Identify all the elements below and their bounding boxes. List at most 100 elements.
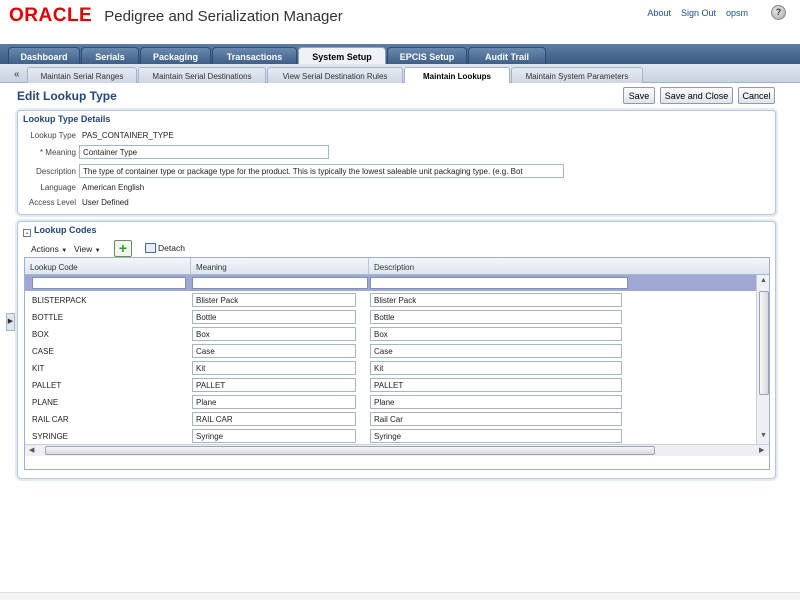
about-link[interactable]: About: [647, 8, 671, 18]
tab-transactions[interactable]: Transactions: [212, 47, 297, 64]
meaning-input[interactable]: RAIL CAR: [192, 412, 356, 426]
view-menu[interactable]: View ▼: [74, 244, 101, 254]
tab-dashboard[interactable]: Dashboard: [8, 47, 80, 64]
brand: ORACLE Pedigree and Serialization Manage…: [9, 5, 343, 27]
column-header-description[interactable]: Description: [369, 258, 769, 275]
meaning-input[interactable]: Case: [192, 344, 356, 358]
meaning-input[interactable]: PALLET: [192, 378, 356, 392]
lookup-code-cell: PLANE: [32, 398, 59, 407]
table-row[interactable]: KIT Kit Kit: [25, 360, 755, 377]
table-row[interactable]: PALLET PALLET PALLET: [25, 377, 755, 394]
lookup-code-cell: RAIL CAR: [32, 415, 69, 424]
description-input[interactable]: Kit: [370, 361, 622, 375]
subtab-maintain-serial-destinations[interactable]: Maintain Serial Destinations: [138, 67, 266, 83]
description-input[interactable]: Rail Car: [370, 412, 622, 426]
actions-menu[interactable]: Actions ▼: [31, 244, 67, 254]
table-row[interactable]: BLISTERPACK Blister Pack Blister Pack: [25, 292, 755, 309]
meaning-input[interactable]: Kit: [192, 361, 356, 375]
column-header-lookup-code[interactable]: Lookup Code: [25, 258, 191, 275]
save-and-close-button[interactable]: Save and Close: [660, 87, 733, 104]
save-button[interactable]: Save: [623, 87, 655, 104]
subtab-view-serial-destination-rules[interactable]: View Serial Destination Rules: [267, 67, 403, 83]
meaning-input[interactable]: Plane: [192, 395, 356, 409]
meaning-input[interactable]: Syringe: [192, 429, 356, 443]
cancel-button[interactable]: Cancel: [738, 87, 775, 104]
language-value: American English: [82, 183, 145, 192]
meaning-label: * Meaning: [39, 148, 76, 157]
tab-system-setup[interactable]: System Setup: [298, 47, 386, 64]
meaning-input[interactable]: Bottle: [192, 310, 356, 324]
scroll-left-icon[interactable]: ◀: [29, 446, 34, 454]
tab-audit-trail[interactable]: Audit Trail: [468, 47, 546, 64]
table-row[interactable]: PLANE Plane Plane: [25, 394, 755, 411]
vertical-scrollbar[interactable]: ▲ ▼: [756, 275, 769, 444]
oracle-logo: ORACLE: [9, 5, 93, 26]
lookup-code-cell: KIT: [32, 364, 45, 373]
top-bar: ORACLE Pedigree and Serialization Manage…: [0, 0, 800, 44]
main-tabs: Dashboard Serials Packaging Transactions…: [0, 44, 800, 64]
view-label: View: [74, 244, 93, 254]
table-row[interactable]: RAIL CAR RAIL CAR Rail Car: [25, 411, 755, 428]
table-row[interactable]: BOX Box Box: [25, 326, 755, 343]
horizontal-scroll-thumb[interactable]: [45, 446, 655, 455]
lookup-codes-table: Lookup Code Meaning Description BLISTERP…: [24, 257, 770, 470]
plus-icon: +: [118, 240, 128, 256]
tab-epcis-setup[interactable]: EPCIS Setup: [387, 47, 467, 64]
details-title: Lookup Type Details: [23, 114, 111, 124]
tab-packaging[interactable]: Packaging: [140, 47, 211, 64]
detach-button[interactable]: Detach: [145, 243, 185, 253]
subtab-maintain-serial-ranges[interactable]: Maintain Serial Ranges: [27, 67, 137, 83]
horizontal-scrollbar[interactable]: ◀ ▶: [25, 444, 769, 456]
scroll-down-icon[interactable]: ▼: [760, 432, 767, 439]
lookup-codes-header[interactable]: ⌄ Lookup Codes: [23, 225, 97, 237]
table-row[interactable]: SYRINGE Syringe Syringe: [25, 428, 755, 445]
lookup-code-cell: BLISTERPACK: [32, 296, 87, 305]
description-label: Description: [35, 167, 76, 176]
description-input[interactable]: Case: [370, 344, 622, 358]
description-input[interactable]: Blister Pack: [370, 293, 622, 307]
detach-label: Detach: [158, 243, 185, 253]
dropdown-arrow-icon: ▼: [61, 248, 68, 254]
actions-label: Actions: [31, 244, 59, 254]
filter-meaning-input[interactable]: [192, 277, 368, 289]
tab-serials[interactable]: Serials: [81, 47, 139, 64]
table-row[interactable]: CASE Case Case: [25, 343, 755, 360]
help-icon[interactable]: ?: [771, 5, 786, 20]
sign-out-link[interactable]: Sign Out: [681, 8, 716, 18]
description-input[interactable]: Box: [370, 327, 622, 341]
vertical-scroll-thumb[interactable]: [759, 291, 769, 395]
collapse-icon[interactable]: ⌄: [23, 229, 31, 237]
scroll-up-icon[interactable]: ▲: [760, 277, 767, 284]
lookup-code-cell: SYRINGE: [32, 432, 69, 441]
app-title: Pedigree and Serialization Manager: [104, 7, 343, 25]
table-header: Lookup Code Meaning Description: [25, 258, 769, 275]
subtab-maintain-lookups[interactable]: Maintain Lookups: [404, 67, 510, 83]
description-input[interactable]: PALLET: [370, 378, 622, 392]
filter-description-input[interactable]: [370, 277, 628, 289]
page-title: Edit Lookup Type: [17, 89, 117, 103]
description-input[interactable]: Syringe: [370, 429, 622, 443]
collapse-tabs-icon[interactable]: «: [14, 69, 20, 80]
sub-tabs: « Maintain Serial Ranges Maintain Serial…: [0, 64, 800, 83]
meaning-input[interactable]: Blister Pack: [192, 293, 356, 307]
access-level-label: Access Level: [28, 198, 76, 207]
scroll-right-icon[interactable]: ▶: [759, 446, 764, 454]
filter-lookup-code-input[interactable]: [32, 277, 186, 289]
dropdown-arrow-icon: ▼: [94, 248, 101, 254]
description-input[interactable]: Plane: [370, 395, 622, 409]
expand-panel-icon[interactable]: ▶: [6, 313, 15, 331]
page-header: Edit Lookup Type Save Save and Close Can…: [0, 84, 800, 106]
user-name: opsm: [725, 8, 748, 18]
subtab-maintain-system-parameters[interactable]: Maintain System Parameters: [511, 67, 643, 83]
description-input[interactable]: Bottle: [370, 310, 622, 324]
description-field[interactable]: The type of container type or package ty…: [79, 164, 564, 178]
meaning-field[interactable]: Container Type: [79, 145, 329, 159]
meaning-input[interactable]: Box: [192, 327, 356, 341]
add-row-button[interactable]: +: [114, 240, 132, 257]
window-bottom-edge: [0, 592, 800, 600]
lookup-code-cell: CASE: [32, 347, 54, 356]
column-header-meaning[interactable]: Meaning: [191, 258, 369, 275]
table-row[interactable]: BOTTLE Bottle Bottle: [25, 309, 755, 326]
access-level-value: User Defined: [82, 198, 129, 207]
lookup-type-label: Lookup Type: [30, 131, 76, 140]
